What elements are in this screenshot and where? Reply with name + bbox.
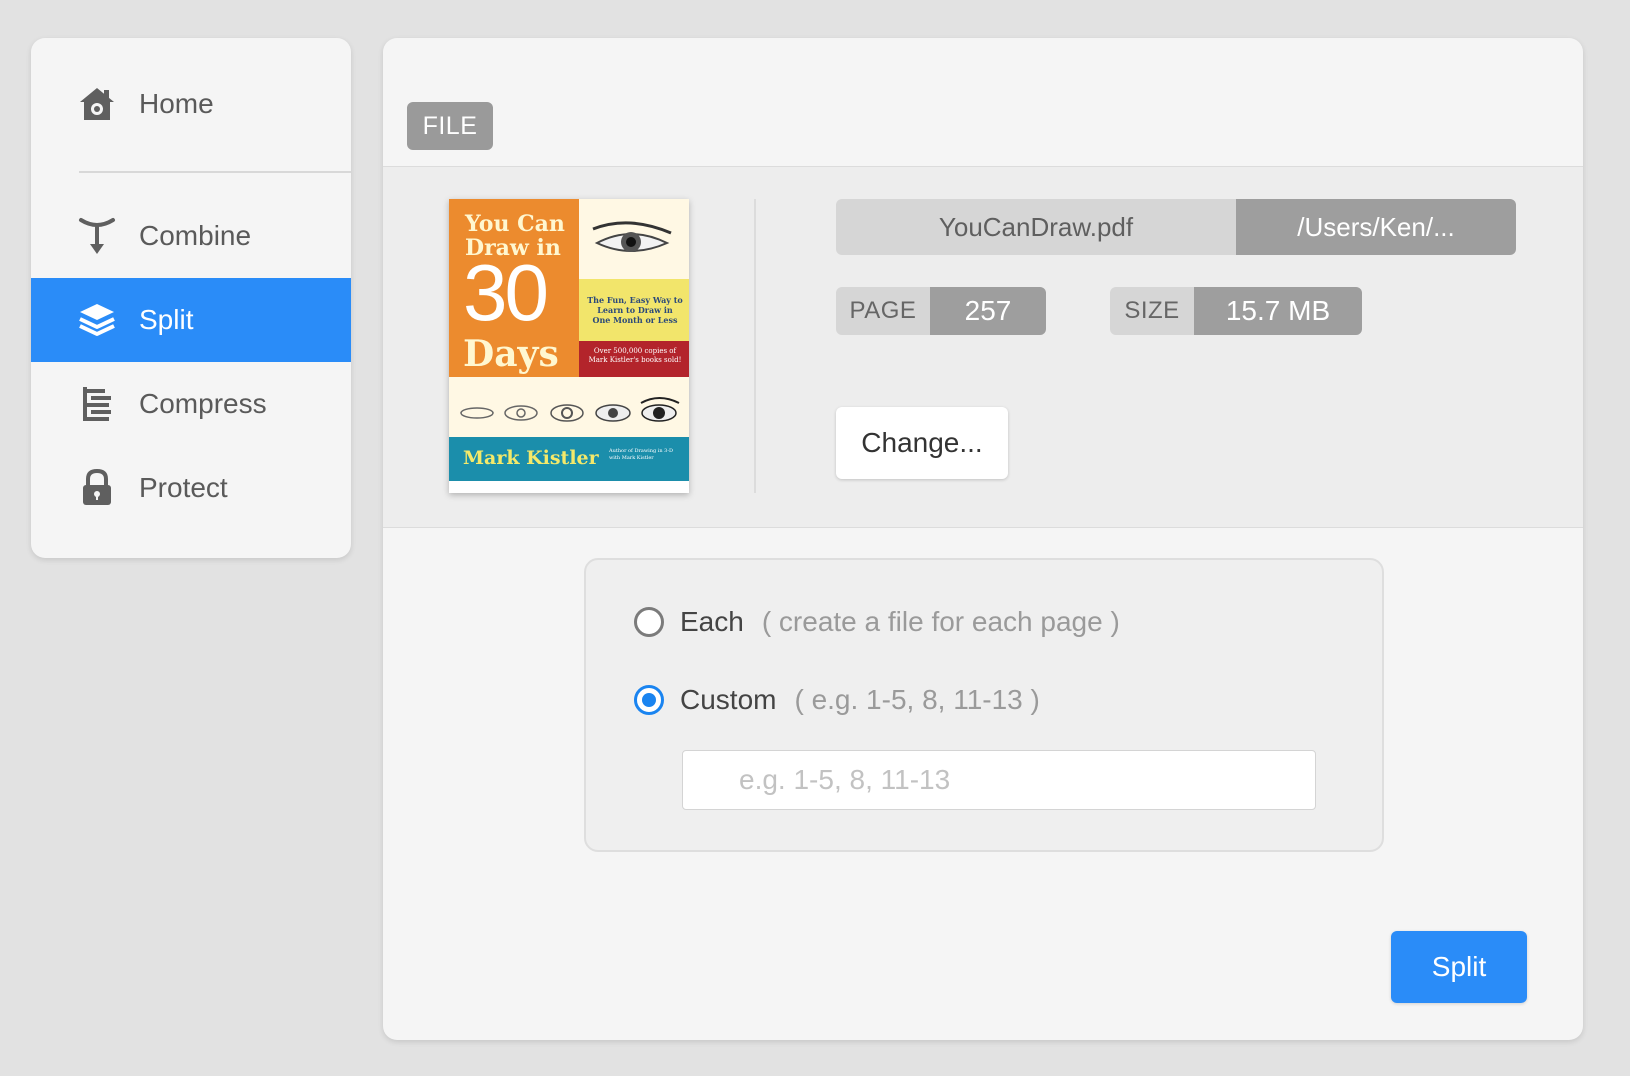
page-count-label: PAGE bbox=[836, 287, 930, 335]
file-size-value: 15.7 MB bbox=[1194, 287, 1362, 335]
compress-icon bbox=[77, 384, 117, 424]
cover-title-number: 30 bbox=[463, 248, 549, 337]
each-radio[interactable] bbox=[634, 607, 664, 637]
sidebar-item-compress[interactable]: Compress bbox=[31, 362, 351, 446]
eye-illustration bbox=[589, 219, 675, 266]
eyes-sequence-illustration bbox=[457, 395, 683, 432]
sidebar-item-home[interactable]: Home bbox=[31, 62, 351, 146]
cover-author: Mark Kistler bbox=[463, 447, 599, 469]
file-section-tag: FILE bbox=[407, 102, 493, 150]
file-size-label: SIZE bbox=[1110, 287, 1194, 335]
sidebar-item-label: Split bbox=[139, 304, 194, 335]
split-options-panel: Each ( create a file for each page ) Cus… bbox=[584, 558, 1384, 852]
file-name: YouCanDraw.pdf bbox=[836, 199, 1236, 255]
option-custom[interactable]: Custom ( e.g. 1-5, 8, 11-13 ) bbox=[634, 684, 1040, 716]
home-icon bbox=[77, 84, 117, 124]
each-hint: ( create a file for each page ) bbox=[761, 606, 1120, 637]
cover-title-line3: Days bbox=[463, 333, 559, 375]
lock-icon bbox=[77, 468, 117, 508]
custom-radio[interactable] bbox=[634, 685, 664, 715]
pdf-cover-thumbnail: The Fun, Easy Way to Learn to Draw in On… bbox=[449, 199, 689, 493]
cover-title-line1: You Can bbox=[465, 211, 565, 237]
sidebar-item-combine[interactable]: Combine bbox=[31, 194, 351, 278]
custom-hint: ( e.g. 1-5, 8, 11-13 ) bbox=[794, 684, 1040, 715]
vertical-divider bbox=[754, 199, 756, 493]
combine-icon bbox=[77, 216, 117, 256]
sidebar-item-protect[interactable]: Protect bbox=[31, 446, 351, 530]
sidebar: Home Combine Split Compress Protect bbox=[31, 38, 351, 558]
page-range-input[interactable] bbox=[682, 750, 1316, 810]
option-each[interactable]: Each ( create a file for each page ) bbox=[634, 606, 1120, 638]
custom-label: Custom bbox=[680, 684, 777, 715]
file-size-badge: SIZE 15.7 MB bbox=[1110, 287, 1362, 335]
main-panel: FILE The Fun, Easy Way to Learn to Draw … bbox=[383, 38, 1583, 1040]
sidebar-item-label: Combine bbox=[139, 220, 252, 251]
cover-author-note: Author of Drawing in 3-D with Mark Kistl… bbox=[609, 448, 674, 461]
sidebar-item-label: Home bbox=[139, 88, 214, 119]
file-directory: /Users/Ken/... bbox=[1236, 199, 1516, 255]
file-path-bar: YouCanDraw.pdf /Users/Ken/... bbox=[836, 199, 1516, 255]
page-count-badge: PAGE 257 bbox=[836, 287, 1046, 335]
cover-sales-note: Over 500,000 copies of Mark Kistler's bo… bbox=[588, 347, 682, 364]
file-info-section: The Fun, Easy Way to Learn to Draw in On… bbox=[383, 166, 1583, 528]
sidebar-item-label: Compress bbox=[139, 388, 267, 419]
sidebar-item-label: Protect bbox=[139, 472, 228, 503]
change-file-button[interactable]: Change... bbox=[836, 407, 1008, 479]
each-label: Each bbox=[680, 606, 744, 637]
sidebar-item-split[interactable]: Split bbox=[31, 278, 351, 362]
page-count-value: 257 bbox=[930, 287, 1046, 335]
split-button[interactable]: Split bbox=[1391, 931, 1527, 1003]
layers-icon bbox=[77, 300, 117, 340]
sidebar-divider bbox=[79, 171, 351, 173]
cover-subtitle: The Fun, Easy Way to Learn to Draw in On… bbox=[587, 295, 683, 325]
